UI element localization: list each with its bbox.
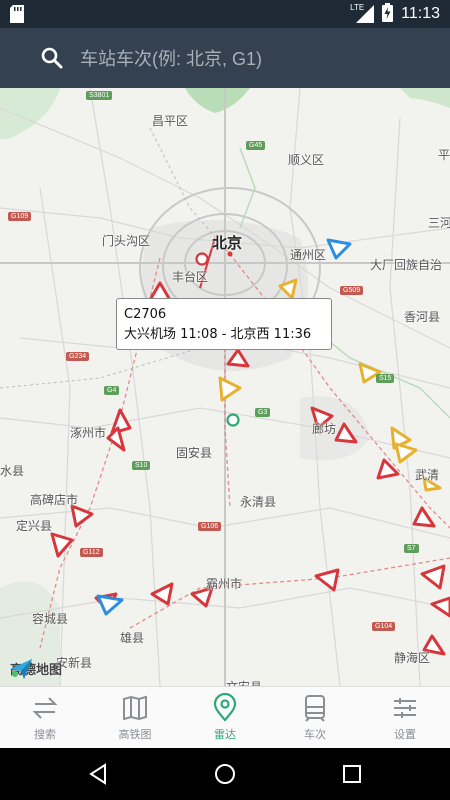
train-info-popup[interactable]: C2706 大兴机场 11:08 - 北京西 11:36	[116, 298, 332, 350]
place-label: 丰台区	[172, 270, 209, 284]
place-label: 通州区	[290, 248, 327, 262]
location-pin-icon	[213, 693, 237, 722]
place-label: 霸州市	[206, 577, 243, 591]
search-icon	[41, 47, 63, 69]
route-tag: G106	[198, 522, 222, 531]
sd-card-icon	[10, 5, 24, 27]
train-icon	[305, 695, 325, 722]
place-label: 顺义区	[288, 153, 325, 167]
place-label-beijing: 北京	[212, 234, 243, 252]
route-tag: S10	[132, 461, 151, 470]
place-label: 容城县	[32, 612, 69, 626]
place-label: 定兴县	[16, 519, 53, 533]
place-label: 昌平区	[152, 114, 189, 128]
nav-trains[interactable]: 车次	[270, 687, 360, 748]
nav-search[interactable]: 搜索	[0, 687, 90, 748]
place-label: 门头沟区	[102, 234, 151, 248]
place-label: 大厂回族自治	[370, 258, 443, 272]
map-view[interactable]: 昌平区 顺义区 平 门头沟区 北京 通州区 三河 大厂回族自治 丰台区 香河县 …	[0, 88, 450, 686]
sliders-icon	[394, 698, 416, 718]
route-tag: S15	[376, 374, 395, 383]
nav-rail-map[interactable]: 高铁图	[90, 687, 180, 748]
back-icon[interactable]	[86, 762, 110, 786]
place-label: 廊坊	[312, 422, 337, 436]
route-tag: G509	[340, 286, 364, 295]
route-tag: G234	[66, 352, 90, 361]
route-tag: G109	[8, 212, 32, 221]
nav-radar[interactable]: 雷达	[180, 687, 270, 748]
battery-charging-icon	[382, 2, 394, 26]
route-tag: G112	[80, 548, 103, 557]
place-label: 水县	[0, 464, 25, 478]
search-input[interactable]: 车站车次(例: 北京, G1)	[80, 45, 262, 71]
amap-logo: 高德地图	[10, 659, 62, 679]
swap-arrows-icon	[32, 697, 58, 719]
place-label: 固安县	[176, 446, 213, 460]
place-label: 三河	[428, 216, 450, 230]
nav-settings[interactable]: 设置	[360, 687, 450, 748]
status-bar: LTE 11:13	[0, 0, 450, 28]
train-route-times: 大兴机场 11:08 - 北京西 11:36	[124, 327, 312, 342]
place-label: 雄县	[120, 631, 145, 645]
clock: 11:13	[401, 5, 440, 22]
route-tag: S7	[404, 544, 419, 553]
place-label: 高碑店市	[30, 493, 79, 507]
route-tag: G4	[104, 386, 120, 395]
place-label: 平	[438, 148, 450, 162]
home-icon[interactable]	[213, 762, 237, 786]
signal-icon: LTE	[350, 3, 375, 23]
route-tag: G3	[255, 408, 271, 417]
place-label: 涿州市	[70, 426, 107, 440]
route-tag: G45	[246, 141, 266, 150]
place-label: 武清	[415, 468, 440, 482]
route-tag: G104	[372, 622, 396, 631]
system-navigation-bar	[0, 748, 450, 800]
recents-icon[interactable]	[340, 762, 364, 786]
bottom-navigation: 搜索 高铁图 雷达 车次 设置	[0, 686, 450, 748]
amap-logo-icon	[10, 659, 32, 679]
place-label: 静海区	[394, 651, 431, 665]
search-bar[interactable]: 车站车次(例: 北京, G1)	[0, 28, 450, 88]
map-canvas	[0, 88, 450, 686]
place-label: 文安县	[226, 678, 262, 686]
route-tag: S3801	[86, 91, 113, 100]
map-book-icon	[123, 695, 147, 721]
station-marker-green[interactable]	[226, 413, 240, 427]
place-label: 香河县	[404, 310, 441, 324]
station-marker-red[interactable]	[195, 252, 209, 266]
train-number: C2706	[124, 307, 167, 322]
place-label: 永清县	[240, 495, 277, 509]
